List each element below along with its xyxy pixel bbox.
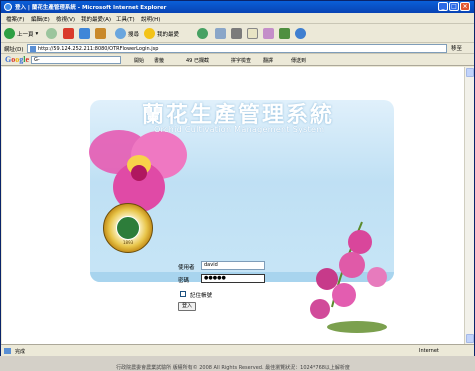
menu-favorites[interactable]: 我的最愛(A) xyxy=(81,15,111,23)
refresh-icon xyxy=(79,28,90,39)
orchid-spray-image xyxy=(310,221,387,333)
google-toolbar: Google G- 開始 書籤 49 已攔截 拼字檢查 翻譯 傳送到 xyxy=(1,54,474,66)
seal-emblem xyxy=(116,216,140,240)
research-button[interactable] xyxy=(279,27,290,40)
toolbar: 上一頁 ▾ 搜尋 我的最愛 xyxy=(1,24,474,43)
favorites-button[interactable]: 我的最愛 xyxy=(144,27,179,40)
mail-icon xyxy=(215,28,226,39)
address-label: 網址(D) xyxy=(4,47,24,53)
google-send-to[interactable]: 傳送到 xyxy=(291,57,306,64)
menu-tools[interactable]: 工具(T) xyxy=(116,15,135,23)
seal-year: 1893 xyxy=(123,240,134,245)
go-button[interactable]: 移至 xyxy=(451,44,471,53)
scroll-up-arrow[interactable] xyxy=(466,68,474,77)
stop-button[interactable] xyxy=(63,27,74,40)
copyright-footer: 行政院農委會農業試驗所 版權所有© 2008 All Rights Reserv… xyxy=(116,365,350,371)
address-input[interactable]: http://59.124.252.211:8080/OTRFlowerLogi… xyxy=(27,44,447,53)
messenger-icon xyxy=(295,28,306,39)
chevron-down-icon: ▾ xyxy=(35,30,39,37)
address-bar: 網址(D) http://59.124.252.211:8080/OTRFlow… xyxy=(1,43,474,54)
menu-bar: 檔案(F) 編輯(E) 檢視(V) 我的最愛(A) 工具(T) 說明(H) xyxy=(1,13,474,24)
back-button[interactable]: 上一頁 ▾ xyxy=(4,27,38,40)
back-arrow-icon xyxy=(4,28,15,39)
page-icon xyxy=(30,46,36,52)
menu-edit[interactable]: 編輯(E) xyxy=(31,15,50,23)
remember-label: 記住帳號 xyxy=(190,293,213,299)
security-zone: Internet xyxy=(419,348,439,354)
messenger-button[interactable] xyxy=(295,27,306,40)
menu-help[interactable]: 說明(H) xyxy=(141,15,160,23)
google-search-input[interactable]: G- xyxy=(31,56,121,64)
back-label: 上一頁 xyxy=(17,31,34,38)
favorites-label: 我的最愛 xyxy=(157,31,180,38)
google-logo: Google xyxy=(5,55,30,64)
close-button[interactable]: × xyxy=(460,2,470,11)
discuss-icon xyxy=(263,28,274,39)
discuss-button[interactable] xyxy=(263,27,274,40)
institute-seal-logo: 1893 xyxy=(103,203,153,253)
research-icon xyxy=(279,28,290,39)
password-label: 密碼 xyxy=(178,278,190,284)
edit-button[interactable] xyxy=(247,27,258,40)
ie-icon xyxy=(4,3,12,11)
search-button[interactable]: 搜尋 xyxy=(115,27,139,40)
stop-icon xyxy=(63,28,74,39)
page-content: 蘭花生產管理系統 Orchid Cultivation Management S… xyxy=(2,67,464,371)
window-title: 登入 | 蘭花生產管理系統 - Microsoft Internet Explo… xyxy=(15,5,167,11)
forward-button[interactable] xyxy=(46,27,57,40)
status-bar: 完成 Internet xyxy=(1,344,474,356)
status-text: 完成 xyxy=(15,349,26,355)
menu-view[interactable]: 檢視(V) xyxy=(56,15,75,23)
login-button[interactable]: 登入 xyxy=(178,302,196,311)
history-icon xyxy=(197,28,208,39)
refresh-button[interactable] xyxy=(79,27,90,40)
google-bookmarks[interactable]: 書籤 xyxy=(154,57,164,64)
google-translate[interactable]: 翻譯 xyxy=(263,57,273,64)
print-icon xyxy=(231,28,242,39)
edit-page-icon xyxy=(247,28,258,39)
search-label: 搜尋 xyxy=(128,31,140,38)
print-button[interactable] xyxy=(231,27,242,40)
forward-arrow-icon xyxy=(46,28,57,39)
title-bar[interactable]: 登入 | 蘭花生產管理系統 - Microsoft Internet Explo… xyxy=(1,1,474,13)
vertical-scrollbar[interactable] xyxy=(464,67,474,344)
address-url: http://59.124.252.211:8080/OTRFlowerLogi… xyxy=(38,46,159,52)
history-button[interactable] xyxy=(197,27,208,40)
browser-window: 登入 | 蘭花生產管理系統 - Microsoft Internet Explo… xyxy=(0,0,475,371)
scroll-down-arrow[interactable] xyxy=(466,334,474,343)
search-icon xyxy=(115,28,126,39)
home-button[interactable] xyxy=(95,27,106,40)
mail-button[interactable] xyxy=(215,27,226,40)
star-icon xyxy=(144,28,155,39)
home-icon xyxy=(95,28,106,39)
system-subtitle: Orchid Cultivation Management System xyxy=(154,125,325,134)
menu-file[interactable]: 檔案(F) xyxy=(6,15,24,23)
remember-checkbox[interactable] xyxy=(180,291,186,297)
page-done-icon xyxy=(4,348,11,354)
user-label: 使用者 xyxy=(178,265,195,271)
password-input[interactable]: ●●●●● xyxy=(201,274,265,283)
google-go-button[interactable]: 開始 xyxy=(134,57,144,64)
google-spellcheck[interactable]: 拼字檢查 xyxy=(231,57,251,64)
google-popup-blocked[interactable]: 49 已攔截 xyxy=(186,57,209,64)
maximize-button[interactable]: □ xyxy=(449,2,459,11)
user-input[interactable]: david xyxy=(201,261,265,270)
minimize-button[interactable]: _ xyxy=(438,2,448,11)
